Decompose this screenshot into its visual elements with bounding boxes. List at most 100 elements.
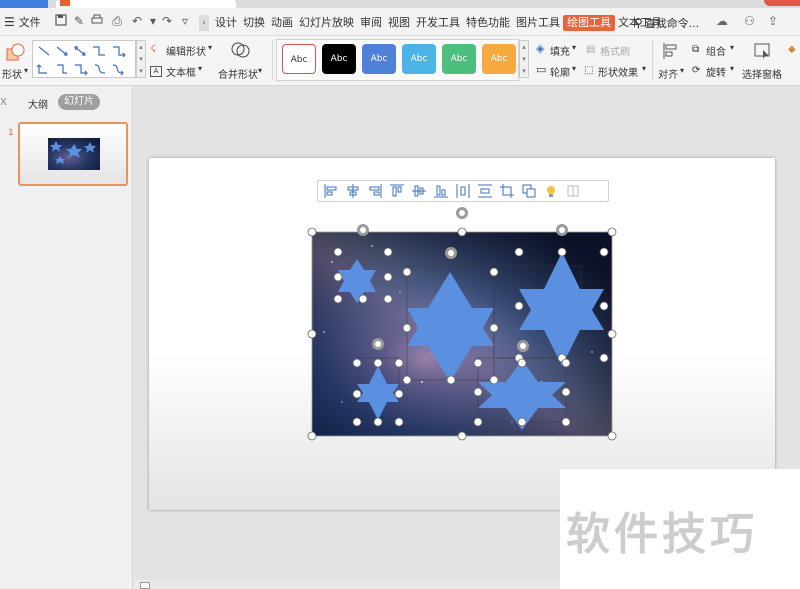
arrange-icon[interactable] xyxy=(520,183,538,199)
menu-bar: ☰ 文件 ✎ ⎙ ↶ ▾ ↷ ▿ ‹ 设计 切换 动画 幻灯片放映 审阅 视图 … xyxy=(0,8,800,36)
close-panel-icon[interactable]: X xyxy=(0,97,7,108)
distribute-vertical-icon[interactable] xyxy=(476,183,494,199)
fill-button[interactable]: ◈ 填充 ▾ xyxy=(536,42,580,58)
hamburger-icon: ☰ xyxy=(4,15,15,29)
fill-icon: ◈ xyxy=(536,42,545,55)
align-button[interactable]: 对齐 ▾ xyxy=(658,40,686,81)
ribbon-divider xyxy=(652,40,653,80)
watermark-text: 软件技巧 xyxy=(566,509,758,560)
share-icon[interactable]: ⚇ xyxy=(744,14,755,28)
align-bottom-icon[interactable] xyxy=(432,183,450,199)
tab-slideshow[interactable]: 幻灯片放映 xyxy=(296,15,357,31)
align-left-icon[interactable] xyxy=(322,183,340,199)
more-options-icon[interactable] xyxy=(564,183,582,199)
style-sample-4[interactable]: Abc xyxy=(402,44,436,74)
outline-button[interactable]: ▭ 轮廓 ▾ xyxy=(536,63,580,79)
tab-special-features[interactable]: 特色功能 xyxy=(463,15,513,31)
group-button[interactable]: ⧉ 组合 ▾ xyxy=(692,42,738,58)
shape-effects-icon: ⬚ xyxy=(584,65,594,76)
export-icon[interactable]: ⇪ xyxy=(768,14,778,28)
layers-icon[interactable]: ◆ xyxy=(788,44,796,55)
slide-thumbnail[interactable] xyxy=(18,122,128,186)
ribbon-divider xyxy=(272,40,273,80)
alignment-floating-toolbar xyxy=(317,180,609,202)
tab-picture-tools[interactable]: 图片工具 xyxy=(513,15,563,31)
merge-shapes-button[interactable]: 合并形状 ▾ xyxy=(218,40,268,81)
format-painter-button[interactable]: ▤ 格式刷 xyxy=(586,42,636,58)
search-command[interactable]: ⚲ 查找命令... xyxy=(634,15,699,31)
galaxy-picture-graphic xyxy=(312,232,612,436)
lightbulb-icon[interactable] xyxy=(542,183,560,199)
save-icon[interactable] xyxy=(54,14,68,28)
text-box-button[interactable]: A 文本框 ▾ xyxy=(150,63,210,79)
align-middle-icon[interactable] xyxy=(410,183,428,199)
crop-icon[interactable] xyxy=(498,183,516,199)
style-sample-3[interactable]: Abc xyxy=(362,44,396,74)
shape-effects-button[interactable]: ⬚ 形状效果 ▾ xyxy=(584,63,650,79)
style-sample-1[interactable]: Abc xyxy=(282,44,316,74)
file-menu-button[interactable]: ☰ 文件 xyxy=(4,14,41,30)
rotate-button[interactable]: ⟳ 旋转 ▾ xyxy=(692,63,738,79)
rotate-label: 旋转 xyxy=(706,68,726,79)
fill-label: 填充 xyxy=(550,47,570,58)
tab-outline[interactable]: 大纲 xyxy=(28,96,48,111)
text-box-label: 文本框 xyxy=(166,68,196,79)
edit-shape-button[interactable]: ☇ 编辑形状 ▾ xyxy=(150,42,220,58)
login-button[interactable] xyxy=(764,0,800,6)
shape-dropdown-icon: ▾ xyxy=(24,66,29,75)
undo-dropdown-icon[interactable]: ▾ xyxy=(146,14,160,28)
shape-button[interactable]: 形状 ▾ xyxy=(2,40,30,81)
align-icon xyxy=(663,43,677,59)
customize-dropdown-icon[interactable]: ▿ xyxy=(178,14,192,28)
tab-view[interactable]: 视图 xyxy=(385,15,413,31)
style-sample-6[interactable]: Abc xyxy=(482,44,516,74)
rotate-icon: ⟳ xyxy=(692,65,701,76)
slide-navigation-panel: X 大纲 幻灯片 1 xyxy=(0,86,133,589)
style-sample-5[interactable]: Abc xyxy=(442,44,476,74)
undo-icon[interactable]: ↶ xyxy=(130,14,144,28)
galaxy-picture[interactable] xyxy=(312,232,612,436)
tab-drawing-tools[interactable]: 绘图工具 xyxy=(563,15,615,31)
print-icon[interactable] xyxy=(90,14,104,28)
format-painter-icon[interactable]: ✎ xyxy=(72,14,86,28)
edit-shape-label: 编辑形状 xyxy=(166,47,206,58)
style-sample-2[interactable]: Abc xyxy=(322,44,356,74)
align-center-icon[interactable] xyxy=(344,183,362,199)
text-box-icon: A xyxy=(150,66,162,77)
tab-review[interactable]: 审阅 xyxy=(357,15,385,31)
merge-shapes-icon xyxy=(231,42,250,58)
print-preview-icon[interactable]: ⎙ xyxy=(110,14,124,28)
selection-pane-icon xyxy=(754,43,770,59)
style-gallery-scroll[interactable]: ▴ ▾ ▾ xyxy=(519,40,529,78)
tab-transitions[interactable]: 切换 xyxy=(240,15,268,31)
tab-design[interactable]: 设计 xyxy=(212,15,240,31)
slide-number: 1 xyxy=(8,128,14,138)
tab-developer[interactable]: 开发工具 xyxy=(413,15,463,31)
tab-animations[interactable]: 动画 xyxy=(268,15,296,31)
cloud-icon[interactable]: ☁ xyxy=(716,14,728,28)
search-command-label: 查找命令... xyxy=(644,17,700,30)
ribbon-menu-tabs: 设计 切换 动画 幻灯片放映 审阅 视图 开发工具 特色功能 图片工具 绘图工具… xyxy=(212,15,665,31)
scroll-left-icon[interactable]: ‹ xyxy=(199,15,209,31)
ppt-icon xyxy=(60,0,70,6)
document-tab[interactable] xyxy=(56,0,236,8)
gallery-scroll-button[interactable]: ▴ ▾ ▾ xyxy=(136,40,146,78)
title-tab-strip xyxy=(0,0,800,8)
redo-icon[interactable]: ↷ xyxy=(160,14,174,28)
thumbnail-image xyxy=(48,138,100,170)
group-icon: ⧉ xyxy=(692,44,700,55)
selection-pane-button[interactable]: 选择窗格 xyxy=(742,40,786,81)
edit-shape-icon: ☇ xyxy=(150,42,157,55)
align-top-icon[interactable] xyxy=(388,183,406,199)
rotate-dropdown-icon: ▾ xyxy=(730,64,735,73)
align-dropdown-icon: ▾ xyxy=(680,66,685,75)
line-shape-gallery[interactable] xyxy=(32,40,136,78)
search-icon: ⚲ xyxy=(634,16,643,30)
home-tab[interactable] xyxy=(0,0,48,8)
tab-slides[interactable]: 幻灯片 xyxy=(58,94,100,110)
merge-shapes-label: 合并形状 xyxy=(218,70,258,81)
notes-toggle-icon[interactable] xyxy=(140,582,150,589)
shape-icon xyxy=(6,43,25,61)
distribute-horizontal-icon[interactable] xyxy=(454,183,472,199)
align-right-icon[interactable] xyxy=(366,183,384,199)
